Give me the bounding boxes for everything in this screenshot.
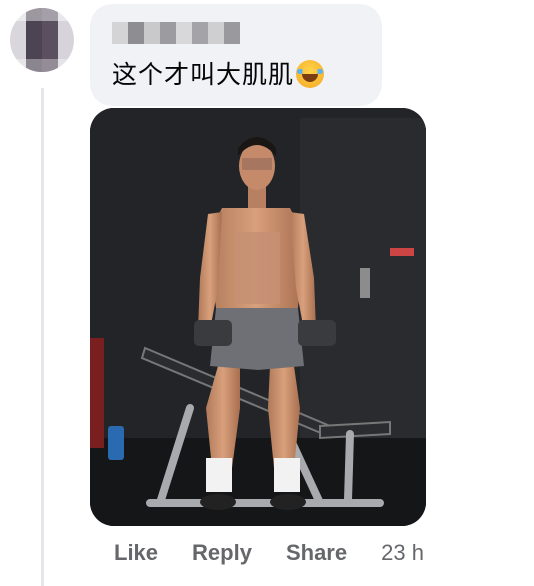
author-name-blurred[interactable] [112,22,242,44]
gym-photo-illustration [90,108,426,526]
comment-text: 这个才叫大肌肌 [112,55,325,91]
comment-timestamp[interactable]: 23 h [381,540,424,566]
like-button[interactable]: Like [114,540,158,566]
thread-line [41,88,44,586]
avatar-pixelation [10,8,74,72]
laughing-tears-emoji-icon [296,60,325,88]
comment-photo[interactable] [90,108,426,526]
avatar[interactable] [10,8,74,72]
reply-button[interactable]: Reply [192,540,252,566]
comment-actions: Like Reply Share 23 h [114,540,424,566]
comment-text-content: 这个才叫大肌肌 [112,60,295,89]
share-button[interactable]: Share [286,540,347,566]
